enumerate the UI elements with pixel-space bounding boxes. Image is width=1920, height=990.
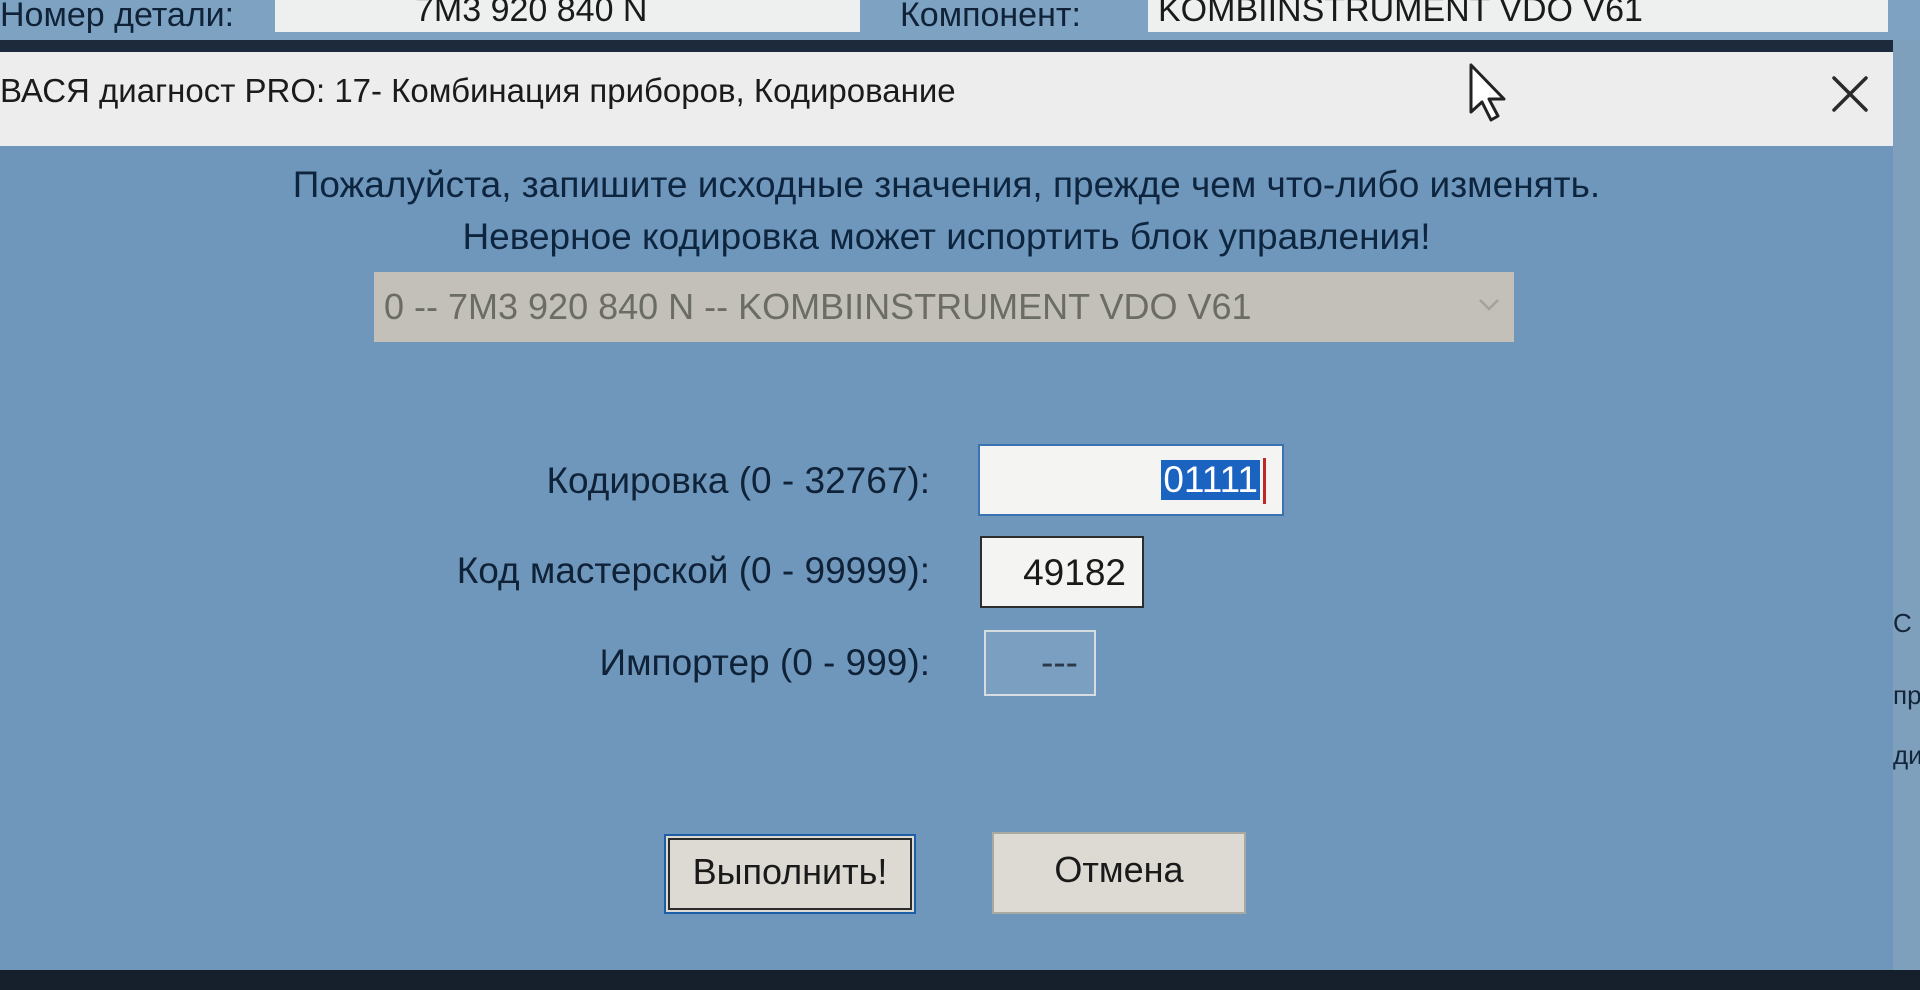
background-text-fragment: С	[1893, 608, 1912, 638]
dialog-titlebar[interactable]: ВАСЯ диагност PRO: 17- Комбинация прибор…	[0, 52, 1893, 146]
cancel-button[interactable]: Отмена	[992, 832, 1246, 914]
module-select[interactable]: 0 -- 7M3 920 840 N -- KOMBIINSTRUMENT VD…	[374, 272, 1514, 342]
coding-input[interactable]: 01111	[978, 444, 1284, 516]
warning-message-line1: Пожалуйста, запишите исходные значения, …	[292, 164, 1601, 205]
component-value: KOMBIINSTRUMENT VDO V61	[1158, 0, 1643, 29]
workshop-code-label: Код мастерской (0 - 99999):	[456, 550, 930, 591]
coding-value-selection: 01111	[1161, 459, 1260, 500]
text-caret	[1263, 458, 1266, 504]
part-number-label: Номер детали:	[0, 0, 235, 34]
coding-dialog: ВАСЯ диагност PRO: 17- Комбинация прибор…	[0, 52, 1893, 970]
background-text-fragment: ди	[1893, 740, 1920, 770]
execute-button[interactable]: Выполнить!	[664, 834, 916, 914]
importer-value: ---	[1041, 642, 1078, 683]
desktop-background	[0, 970, 1920, 990]
background-window-edge: С пр ди	[1893, 40, 1920, 990]
workshop-code-input[interactable]: 49182	[980, 536, 1144, 608]
part-number-value: 7M3 920 840 N	[415, 0, 648, 29]
chevron-down-icon	[1479, 299, 1499, 311]
workshop-code-value: 49182	[1023, 552, 1126, 593]
importer-label: Импортер (0 - 999):	[599, 642, 931, 683]
background-toolbar: Номер детали: 7M3 920 840 N Компонент: K…	[0, 0, 1920, 40]
background-text-fragment: пр	[1893, 680, 1920, 710]
component-label: Компонент:	[900, 0, 1081, 34]
coding-label: Кодировка (0 - 32767):	[546, 460, 930, 501]
module-select-value: 0 -- 7M3 920 840 N -- KOMBIINSTRUMENT VD…	[384, 286, 1252, 327]
component-field: KOMBIINSTRUMENT VDO V61	[1148, 0, 1888, 32]
close-icon[interactable]	[1822, 66, 1878, 122]
importer-input: ---	[984, 630, 1096, 696]
part-number-field: 7M3 920 840 N	[275, 0, 860, 32]
mouse-cursor-icon	[1469, 63, 1506, 122]
warning-message-line2: Неверное кодировка может испортить блок …	[462, 216, 1431, 257]
dialog-title: ВАСЯ диагност PRO: 17- Комбинация прибор…	[0, 72, 956, 109]
